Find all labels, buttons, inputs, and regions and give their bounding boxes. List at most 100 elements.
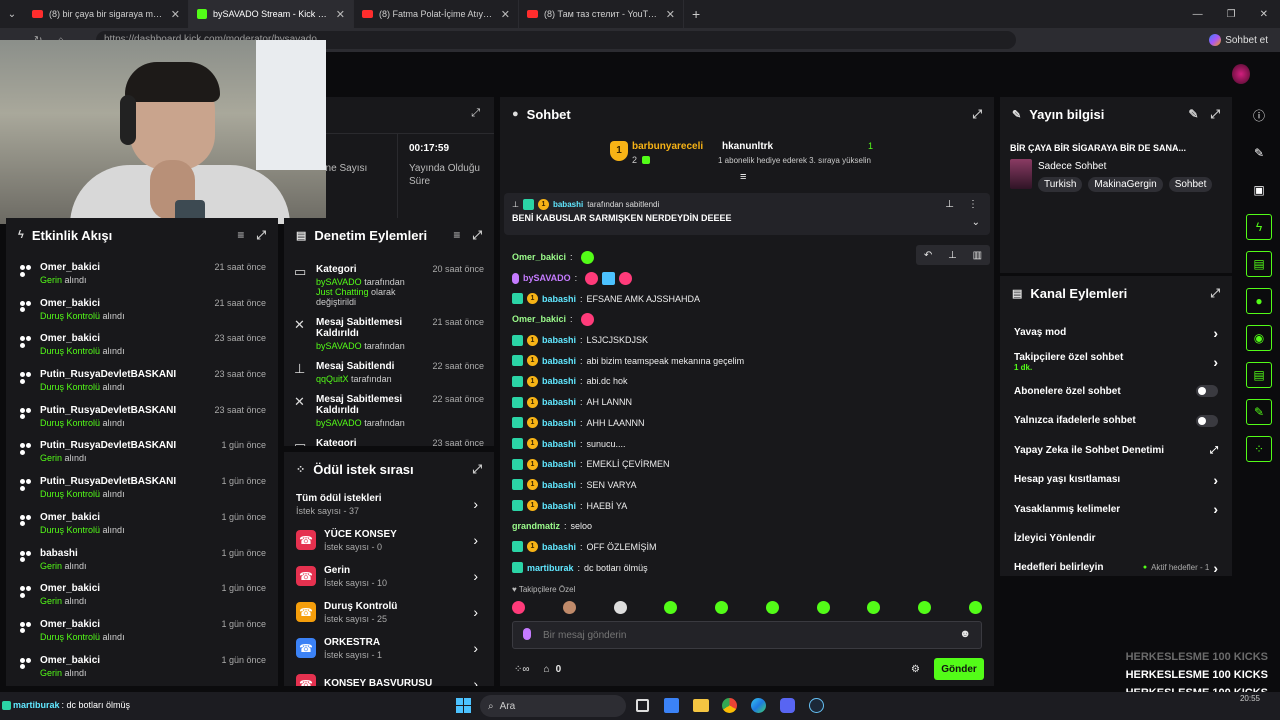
rewards-button[interactable]: ⁘ [1238,430,1280,467]
chat-message[interactable]: bySAVADO: [500,268,994,289]
emote-icon[interactable] [512,601,525,614]
chat-message[interactable]: 1 babashi: AH LANNN [500,392,994,413]
chat-input[interactable] [543,626,943,644]
channel-action-row[interactable]: Abonelere özel sohbet [1000,377,1232,406]
chat-username[interactable]: babashi [542,439,576,449]
lightning-button[interactable]: ϟ [1238,208,1280,245]
list-item[interactable]: Omer_bakici Gerin alındı 1 gün önce [6,583,278,619]
emote-icon[interactable] [613,601,627,614]
chat-message[interactable]: 1 babashi: SEN VARYA [500,475,994,496]
emote-icon[interactable] [562,601,576,614]
window-controls[interactable]: — ❐ ✕ [1193,9,1268,20]
channel-action-row[interactable]: Takipçilere özel sohbet 1 dk. › [1000,347,1232,376]
expand-icon[interactable]: ⤢ [972,107,982,122]
channel-action-row[interactable]: Yalnızca ifadelerle sohbet [1000,406,1232,435]
steam-icon[interactable] [809,698,824,713]
channel-action-row[interactable]: Yavaş mod › [1000,318,1232,347]
chat-username[interactable]: Omer_bakici [512,314,566,324]
chat-username[interactable]: babashi [542,459,576,469]
chat-message[interactable]: grandmatiz: seloo [500,516,994,537]
broadcast-button[interactable]: ◉ [1238,319,1280,356]
chat-message[interactable]: Omer_bakici: [500,309,994,330]
channel-action-row[interactable]: Yasaklanmış kelimeler › [1000,494,1232,523]
minimize-icon[interactable]: — [1193,9,1203,20]
chat-username[interactable]: babashi [542,418,576,428]
list-item[interactable]: Omer_bakici Duruş Kontrolü alındı 21 saa… [6,298,278,334]
unpin-icon[interactable]: ⊥ [945,199,954,210]
channel-action-row[interactable]: Hedefleri belirleyin ● Aktif hedefler - 1 › [1000,553,1232,582]
chat-button[interactable]: ● [1238,282,1280,319]
emoji-icon[interactable]: ☻ [959,628,971,640]
list-item[interactable]: ✕ Mesaj Sabitlemesi Kaldırıldı bySAVADO … [284,317,494,351]
new-tab-button[interactable]: + [692,6,700,22]
tag-chip[interactable]: Turkish [1038,177,1083,192]
infinite-icon[interactable]: ⁘∞ [514,664,530,675]
filter-icon[interactable]: ≡ [453,228,460,243]
chat-message[interactable]: 1 babashi: abi bizim teamspeak mekanına ge… [500,350,994,371]
browser-tab[interactable]: (8) bir çaya bir sigaraya müptelayım ✕ [24,0,189,28]
expand-icon[interactable]: ⤢ [471,107,480,120]
list-item[interactable]: Omer_bakici Duruş Kontrolü alındı 23 saa… [6,333,278,369]
list-item[interactable]: ⊥ Mesaj Sabitlendi qqQuitX tarafından 22… [284,361,494,384]
close-tab-icon[interactable]: ✕ [336,8,345,21]
emote-icon[interactable] [867,601,881,614]
emote-icon[interactable] [918,601,932,614]
chat-message[interactable]: martiburak: dc botları ölmüş [500,557,994,578]
chat-message[interactable]: 1 babashi: EMEKLİ ÇEVİRMEN [500,454,994,475]
emote-icon[interactable] [765,601,779,614]
tag-chip[interactable]: MakinaGergin [1088,177,1163,192]
edit-icon[interactable]: ✎ [1188,107,1198,122]
chat-username[interactable]: babashi [542,542,576,552]
avatar[interactable] [1232,64,1250,84]
maximize-icon[interactable]: ❐ [1227,9,1236,20]
channel-action-row[interactable]: Hesap yaşı kısıtlaması › [1000,465,1232,494]
chat-message[interactable]: 1 babashi: AHH LAANNN [500,413,994,434]
external-link-icon[interactable]: ⤢ [1210,445,1218,456]
toggle-switch[interactable] [1196,385,1218,398]
emote-icon[interactable] [664,601,678,614]
browser-tab[interactable]: bySAVADO Stream - Kick Dashboard ✕ [189,0,354,28]
expand-icon[interactable]: ⤢ [1210,286,1220,301]
document-button[interactable]: ▤ [1238,245,1280,282]
copilot-button[interactable]: Sohbet et [1209,34,1268,46]
chat-username[interactable]: babashi [542,356,576,366]
store-icon[interactable] [664,698,679,713]
category-name[interactable]: Sadece Sohbet [1038,161,1106,172]
all-rewards-row[interactable]: Tüm ödül istekleri İstek sayısı - 37 › [284,486,494,522]
browser-tab[interactable]: (8) Fatma Polat-İçime Atıyorum aşkı ✕ [354,0,519,28]
list-item[interactable]: ▭ Kategori 23 saat önce [284,438,494,446]
list-item[interactable]: ✕ Mesaj Sabitlemesi Kaldırıldı bySAVADO … [284,394,494,428]
chat-message[interactable]: Omer_bakici: [500,247,994,268]
gear-icon[interactable]: ⚙ [911,664,920,675]
emote-icon[interactable] [816,601,830,614]
chat-message[interactable]: 1 babashi: abi.dc hok [500,371,994,392]
reward-row[interactable]: ☎ Duruş Kontrolü İstek sayısı - 25 › [284,594,494,630]
chat-username[interactable]: babashi [542,294,576,304]
chat-username[interactable]: babashi [542,480,576,490]
chrome-icon[interactable] [722,698,737,713]
list-item[interactable]: Omer_bakici Gerin alındı 1 gün önce [6,655,278,691]
edge-icon[interactable] [751,698,766,713]
folder-icon[interactable] [693,699,709,712]
expand-icon[interactable]: ⤢ [472,462,482,477]
windows-start-icon[interactable] [456,698,471,713]
more-icon[interactable]: ⋮ [968,199,978,210]
list-item[interactable]: Putin_RusyaDevletBASKANI Duruş Kontrolü … [6,405,278,441]
pinned-message[interactable]: ⊥ 1 babashi tarafından sabitlendi BENİ K… [504,193,990,235]
chat-message[interactable]: 1 babashi: LSJCJSKDJSK [500,330,994,351]
list-button[interactable]: ▤ [1238,356,1280,393]
info-icon[interactable]: ⓘ [1238,97,1280,134]
chat-username[interactable]: bySAVADO [523,273,571,283]
close-icon[interactable]: ✕ [1260,9,1268,20]
task-view-icon[interactable] [636,699,649,712]
expand-icon[interactable]: ⤢ [256,228,266,243]
leader-1-name[interactable]: barbunyareceli [632,141,703,152]
list-item[interactable]: Omer_bakici Duruş Kontrolü alındı 1 gün … [6,512,278,548]
reward-row[interactable]: ☎ ORKESTRA İstek sayısı - 1 › [284,630,494,666]
list-item[interactable]: babashi Gerin alındı 1 gün önce [6,548,278,584]
list-item[interactable]: ▭ Kategori bySAVADO tarafından Just Chat… [284,264,494,307]
close-tab-icon[interactable]: ✕ [501,8,510,21]
discord-icon[interactable] [780,698,795,713]
list-item[interactable]: Omer_bakici Gerin alındı 21 saat önce [6,262,278,298]
expand-icon[interactable]: ⤢ [1210,107,1220,122]
